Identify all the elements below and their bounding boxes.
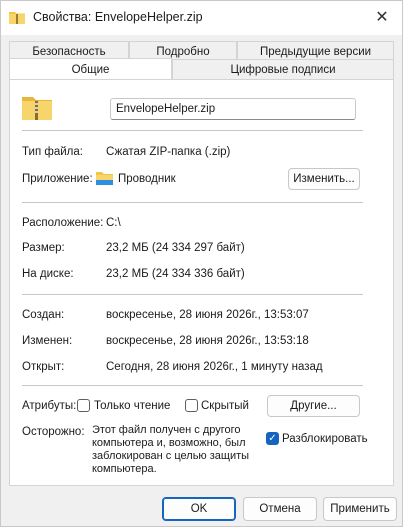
file-type-label: Тип файла: [22,146,83,158]
file-type-value: Сжатая ZIP-папка (.zip) [106,146,231,158]
unblock-checkbox[interactable]: ✓ [266,432,279,445]
created-label: Создан: [22,309,65,321]
hidden-checkbox[interactable] [185,399,198,412]
cancel-button[interactable]: Отмена [243,497,317,521]
file-name-input[interactable]: EnvelopeHelper.zip [110,98,356,120]
attributes-label: Атрибуты: [22,400,77,412]
divider [22,294,363,295]
explorer-folder-icon [96,170,113,188]
modified-value: воскресенье, 28 июня 2026г., 13:53:18 [106,335,309,347]
modified-label: Изменен: [22,335,73,347]
divider [22,130,363,131]
close-button[interactable]: ✕ [362,1,402,33]
title-bar: Свойства: EnvelopeHelper.zip ✕ [1,1,402,35]
location-value: C:\ [106,217,121,229]
opened-label: Открыт: [22,361,65,373]
created-value: воскресенье, 28 июня 2026г., 13:53:07 [106,309,309,321]
apply-button[interactable]: Применить [323,497,397,521]
readonly-label: Только чтение [94,400,171,412]
tab-general[interactable]: Общие [9,58,172,80]
location-label: Расположение: [22,217,104,229]
on-disk-value: 23,2 МБ (24 334 336 байт) [106,268,245,280]
tab-row-front: Общие Цифровые подписи [1,58,402,80]
application-label: Приложение: [22,173,93,185]
on-disk-label: На диске: [22,268,74,280]
opened-value: Сегодня, 28 июня 2026г., 1 минуту назад [106,361,323,373]
caution-label: Осторожно: [22,426,85,438]
divider [22,385,363,386]
zip-folder-icon [22,94,52,123]
caution-text: Этот файл получен с другого компьютера и… [92,424,250,475]
properties-dialog: Свойства: EnvelopeHelper.zip ✕ Безопасно… [0,0,403,527]
tab-digital-signatures[interactable]: Цифровые подписи [172,59,394,79]
size-label: Размер: [22,242,65,254]
general-panel: EnvelopeHelper.zip Тип файла: Сжатая ZIP… [9,79,394,486]
unblock-label: Разблокировать [282,433,368,445]
window-title: Свойства: EnvelopeHelper.zip [33,10,203,24]
readonly-checkbox[interactable] [77,399,90,412]
ok-button[interactable]: OK [162,497,236,521]
change-button[interactable]: Изменить... [288,168,360,190]
tab-previous-versions[interactable]: Предыдущие версии [237,41,394,61]
application-value: Проводник [118,173,176,185]
zip-folder-icon [9,10,25,24]
size-value: 23,2 МБ (24 334 297 байт) [106,242,245,254]
advanced-button[interactable]: Другие... [267,395,360,417]
divider [22,202,363,203]
hidden-label: Скрытый [201,400,249,412]
